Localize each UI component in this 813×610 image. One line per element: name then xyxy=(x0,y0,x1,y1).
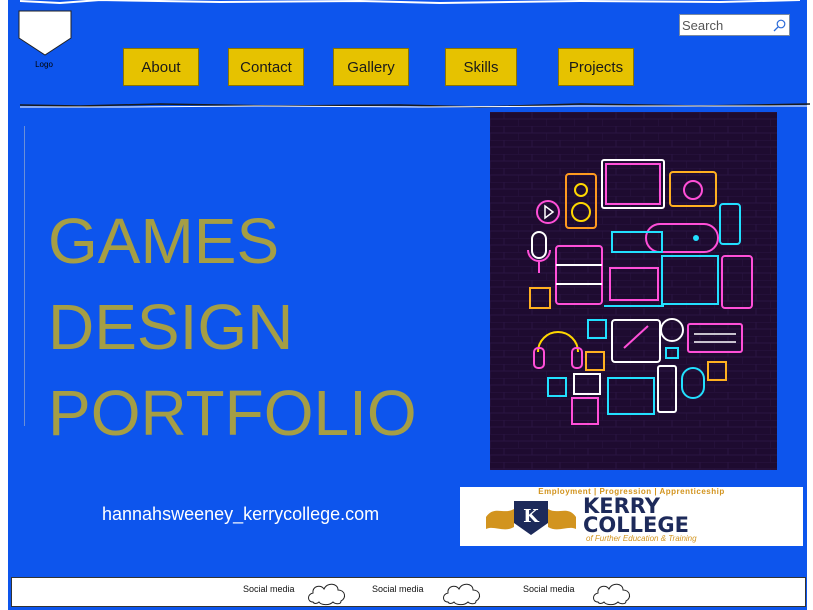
logo-label: Logo xyxy=(35,60,53,69)
nav-projects-button[interactable]: Projects xyxy=(558,48,634,86)
svg-text:K: K xyxy=(523,506,540,527)
contact-email: hannahsweeney_kerrycollege.com xyxy=(102,504,380,524)
page-right-edge xyxy=(807,0,813,610)
social-media-label-1[interactable]: Social media xyxy=(243,584,295,594)
cloud-icon[interactable] xyxy=(305,580,349,606)
hero-image xyxy=(490,112,777,470)
title-line-games: GAMES xyxy=(48,205,280,277)
page-left-edge xyxy=(0,0,8,610)
nav-contact-button[interactable]: Contact xyxy=(228,48,304,86)
content-divider xyxy=(24,126,25,426)
cloud-icon[interactable] xyxy=(440,580,484,606)
title-line-design: DESIGN xyxy=(48,291,294,363)
title-line-portfolio: PORTFOLIO xyxy=(48,377,417,449)
college-name: KERRY COLLEGE xyxy=(583,496,689,537)
header-divider xyxy=(20,103,810,108)
kerry-college-logo: Employment | Progression | Apprenticeshi… xyxy=(460,487,803,546)
logo-icon[interactable] xyxy=(18,10,72,56)
search-input[interactable] xyxy=(682,16,772,34)
neon-technology-icons-icon xyxy=(490,112,777,470)
college-name-line2: COLLEGE xyxy=(583,513,689,537)
page-title: GAMES DESIGN PORTFOLIO xyxy=(48,198,417,456)
search-box[interactable] xyxy=(679,14,790,36)
college-subtitle: of Further Education & Training xyxy=(586,534,697,543)
social-media-label-2[interactable]: Social media xyxy=(372,584,424,594)
top-sketch-line xyxy=(20,0,800,5)
footer: Social media Social media Social media xyxy=(11,577,806,607)
social-media-label-3[interactable]: Social media xyxy=(523,584,575,594)
nav-about-button[interactable]: About xyxy=(123,48,199,86)
nav-skills-button[interactable]: Skills xyxy=(445,48,517,86)
search-icon[interactable] xyxy=(773,19,786,32)
college-crest-icon: K xyxy=(486,501,576,535)
cloud-icon[interactable] xyxy=(590,580,634,606)
page: Logo About Contact Gallery Skills Projec… xyxy=(0,0,813,610)
nav-gallery-button[interactable]: Gallery xyxy=(333,48,409,86)
